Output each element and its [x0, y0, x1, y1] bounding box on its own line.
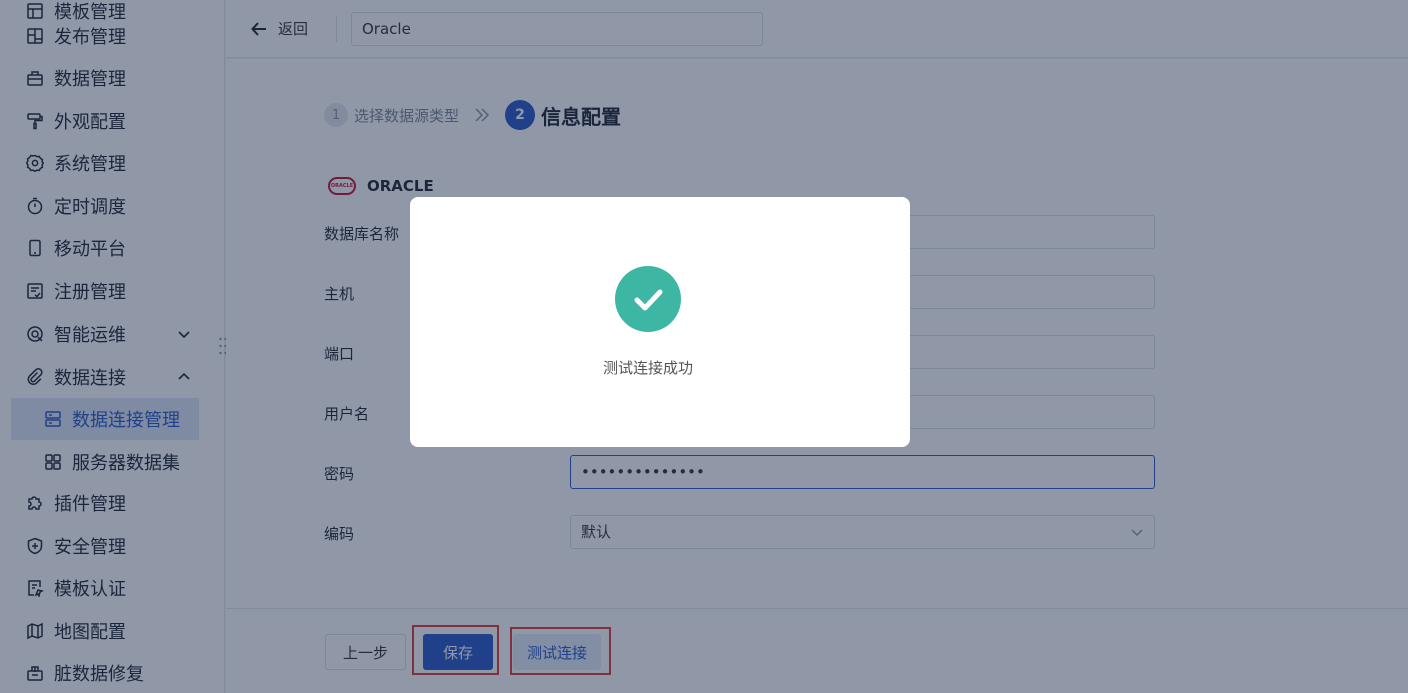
success-dialog: 测试连接成功 — [410, 197, 910, 447]
success-check-icon — [615, 266, 681, 332]
success-message: 测试连接成功 — [602, 359, 693, 377]
